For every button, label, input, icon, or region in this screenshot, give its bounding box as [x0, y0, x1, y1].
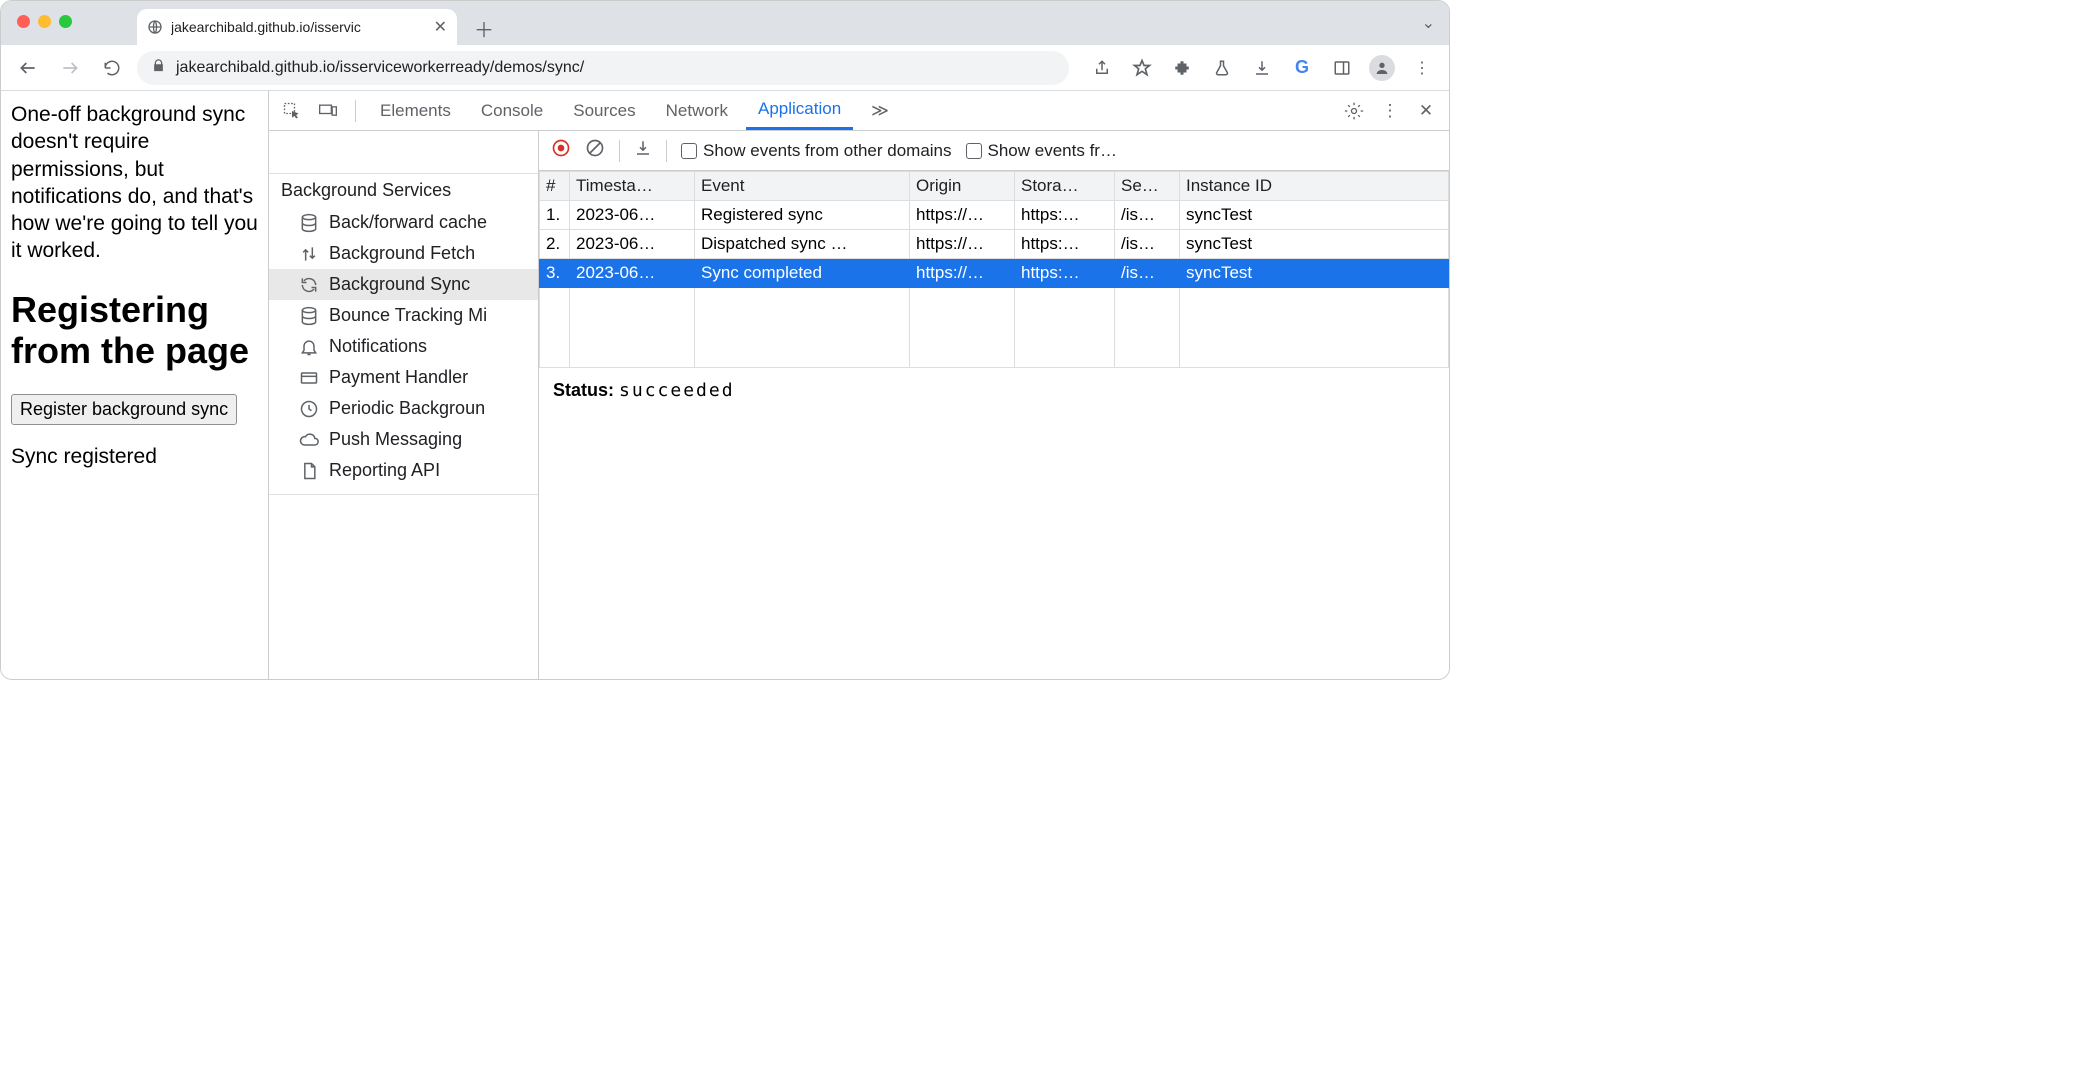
- google-icon[interactable]: G: [1285, 51, 1319, 85]
- sync-status-text: Sync registered: [11, 443, 258, 470]
- forward-button[interactable]: [53, 51, 87, 85]
- titlebar: jakearchibald.github.io/isservic ✕ ＋ ⌄: [1, 1, 1449, 45]
- status-row: Status: succeeded: [539, 368, 1449, 413]
- sidebar-item-back-forward-cache[interactable]: Back/forward cache: [269, 207, 538, 238]
- updown-icon: [299, 244, 319, 264]
- db-icon: [299, 213, 319, 233]
- col-header[interactable]: Event: [695, 172, 910, 201]
- inspect-element-icon[interactable]: [277, 101, 307, 121]
- address-toolbar: jakearchibald.github.io/isserviceworkerr…: [1, 45, 1449, 91]
- labs-icon[interactable]: [1205, 51, 1239, 85]
- browser-window: jakearchibald.github.io/isservic ✕ ＋ ⌄ j…: [0, 0, 1450, 680]
- db-icon: [299, 306, 319, 326]
- more-tabs-icon[interactable]: ≫: [859, 91, 901, 130]
- col-header[interactable]: #: [540, 172, 570, 201]
- cloud-icon: [299, 430, 319, 450]
- status-value: succeeded: [619, 380, 735, 401]
- file-icon: [299, 461, 319, 481]
- tab-network[interactable]: Network: [654, 91, 740, 130]
- clock-icon: [299, 399, 319, 419]
- share-icon[interactable]: [1085, 51, 1119, 85]
- sidebar-item-background-sync[interactable]: Background Sync: [269, 269, 538, 300]
- status-label: Status:: [553, 380, 614, 400]
- omnibox[interactable]: jakearchibald.github.io/isserviceworkerr…: [137, 51, 1069, 85]
- col-header[interactable]: Timesta…: [570, 172, 695, 201]
- close-window-button[interactable]: [17, 15, 30, 28]
- kebab-menu-icon[interactable]: ⋮: [1405, 51, 1439, 85]
- events-table: #Timesta…EventOriginStora…Se…Instance ID…: [539, 171, 1449, 288]
- col-header[interactable]: Instance ID: [1180, 172, 1449, 201]
- col-header[interactable]: Origin: [910, 172, 1015, 201]
- new-tab-button[interactable]: ＋: [469, 13, 499, 43]
- events-toolbar: Show events from other domains Show even…: [539, 131, 1449, 171]
- sidebar-item-push-messaging[interactable]: Push Messaging: [269, 424, 538, 455]
- col-header[interactable]: Stora…: [1015, 172, 1115, 201]
- devtools-main: Show events from other domains Show even…: [539, 131, 1449, 679]
- tabs-dropdown-icon[interactable]: ⌄: [1422, 13, 1435, 33]
- reload-button[interactable]: [95, 51, 129, 85]
- register-sync-button[interactable]: Register background sync: [11, 394, 237, 425]
- back-button[interactable]: [11, 51, 45, 85]
- bookmark-star-icon[interactable]: [1125, 51, 1159, 85]
- sync-icon: [299, 275, 319, 295]
- browser-tab[interactable]: jakearchibald.github.io/isservic ✕: [137, 9, 457, 45]
- close-tab-icon[interactable]: ✕: [434, 17, 447, 37]
- sidebar-item-background-fetch[interactable]: Background Fetch: [269, 238, 538, 269]
- bell-icon: [299, 337, 319, 357]
- table-row[interactable]: 3.2023-06…Sync completedhttps://…https:……: [540, 259, 1449, 288]
- content-area: One-off background sync doesn't require …: [1, 91, 1449, 679]
- sidebar-item-notifications[interactable]: Notifications: [269, 331, 538, 362]
- table-row[interactable]: 2.2023-06…Dispatched sync …https://…http…: [540, 230, 1449, 259]
- show-other-domains-checkbox[interactable]: Show events from other domains: [681, 141, 952, 161]
- sidebar-item-reporting-api[interactable]: Reporting API: [269, 455, 538, 486]
- page-heading: Registering from the page: [11, 289, 258, 372]
- sidebar-item-periodic-backgroun[interactable]: Periodic Backgroun: [269, 393, 538, 424]
- tab-elements[interactable]: Elements: [368, 91, 463, 130]
- profile-avatar[interactable]: [1365, 51, 1399, 85]
- tab-sources[interactable]: Sources: [561, 91, 647, 130]
- show-events-fr-checkbox[interactable]: Show events fr…: [966, 141, 1117, 161]
- sidebar-item-payment-handler[interactable]: Payment Handler: [269, 362, 538, 393]
- devtools-tabbar: Elements Console Sources Network Applica…: [269, 91, 1449, 131]
- devtools-kebab-icon[interactable]: ⋮: [1375, 101, 1405, 121]
- save-icon[interactable]: [634, 139, 652, 162]
- tab-title: jakearchibald.github.io/isservic: [171, 19, 361, 35]
- card-icon: [299, 368, 319, 388]
- extensions-icon[interactable]: [1165, 51, 1199, 85]
- downloads-icon[interactable]: [1245, 51, 1279, 85]
- devtools: Elements Console Sources Network Applica…: [269, 91, 1449, 679]
- col-header[interactable]: Se…: [1115, 172, 1180, 201]
- intro-paragraph: One-off background sync doesn't require …: [11, 101, 258, 265]
- record-icon[interactable]: [551, 138, 571, 163]
- lock-icon: [151, 58, 166, 78]
- url-text: jakearchibald.github.io/isserviceworkerr…: [176, 59, 584, 77]
- clear-icon[interactable]: [585, 138, 605, 163]
- sidebar-item-bounce-tracking-mi[interactable]: Bounce Tracking Mi: [269, 300, 538, 331]
- sidepanel-icon[interactable]: [1325, 51, 1359, 85]
- fullscreen-window-button[interactable]: [59, 15, 72, 28]
- settings-gear-icon[interactable]: [1339, 101, 1369, 121]
- devtools-sidebar: Background Services Back/forward cacheBa…: [269, 131, 539, 679]
- device-toolbar-icon[interactable]: [313, 101, 343, 121]
- minimize-window-button[interactable]: [38, 15, 51, 28]
- window-controls: [17, 15, 72, 28]
- globe-icon: [147, 19, 163, 35]
- tab-console[interactable]: Console: [469, 91, 555, 130]
- page-content: One-off background sync doesn't require …: [1, 91, 269, 679]
- tab-application[interactable]: Application: [746, 91, 853, 130]
- table-row[interactable]: 1.2023-06…Registered synchttps://…https:…: [540, 201, 1449, 230]
- sidebar-group-title: Background Services: [269, 173, 538, 207]
- devtools-close-icon[interactable]: ✕: [1411, 101, 1441, 121]
